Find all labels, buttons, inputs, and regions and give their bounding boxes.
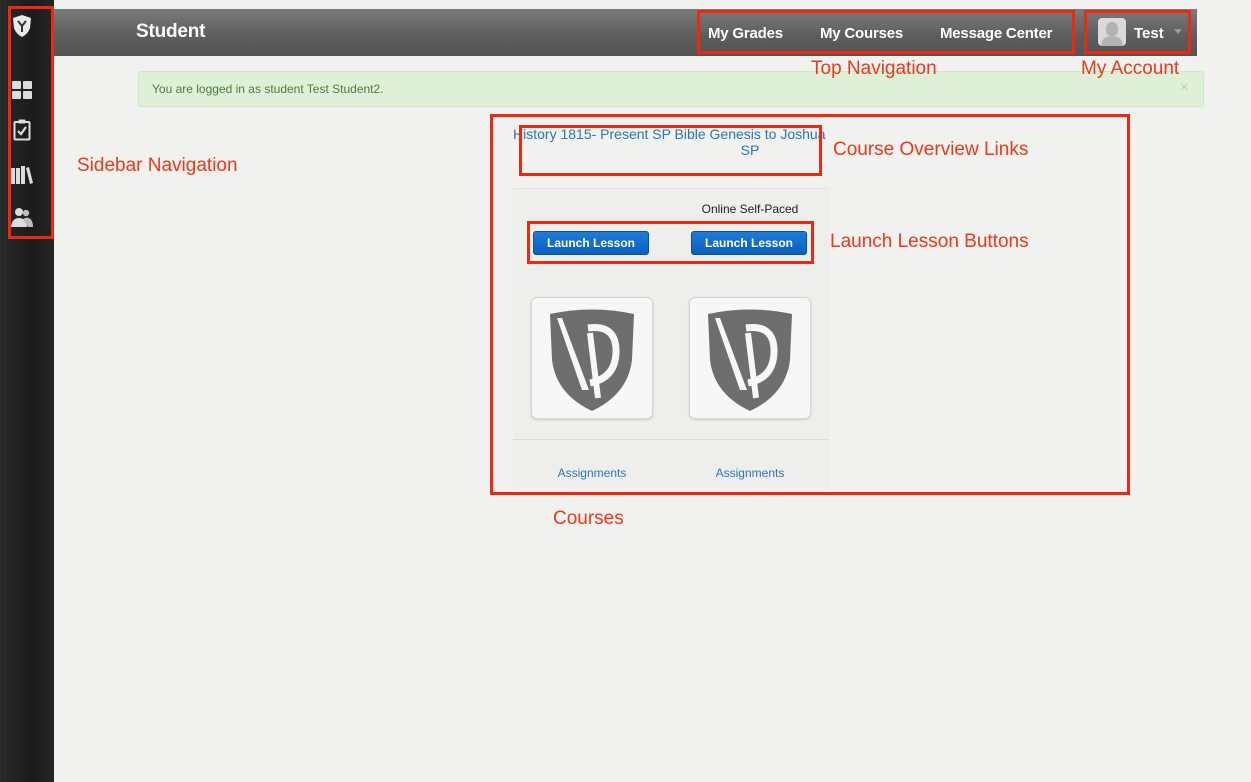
annotation-box-top-navigation [697,10,1075,54]
login-alert: You are logged in as student Test Studen… [138,71,1204,107]
annotation-box-course-overview-links [519,125,822,176]
annotation-box-launch-lesson-buttons [527,221,814,264]
annotation-box-sidebar [8,6,54,239]
annotation-label-course-overview-links: Course Overview Links [833,139,1029,160]
alert-message: You are logged in as student Test Studen… [152,82,384,96]
annotation-label-my-account: My Account [1081,58,1180,79]
close-icon[interactable]: × [1180,79,1189,97]
annotation-label-launch-lesson-buttons: Launch Lesson Buttons [830,231,1029,252]
annotation-label-sidebar-navigation: Sidebar Navigation [77,155,238,176]
annotation-box-my-account [1084,10,1191,54]
annotation-label-courses: Courses [553,508,624,529]
annotation-label-top-navigation: Top Navigation [811,58,937,79]
app-title: Student [136,21,206,42]
